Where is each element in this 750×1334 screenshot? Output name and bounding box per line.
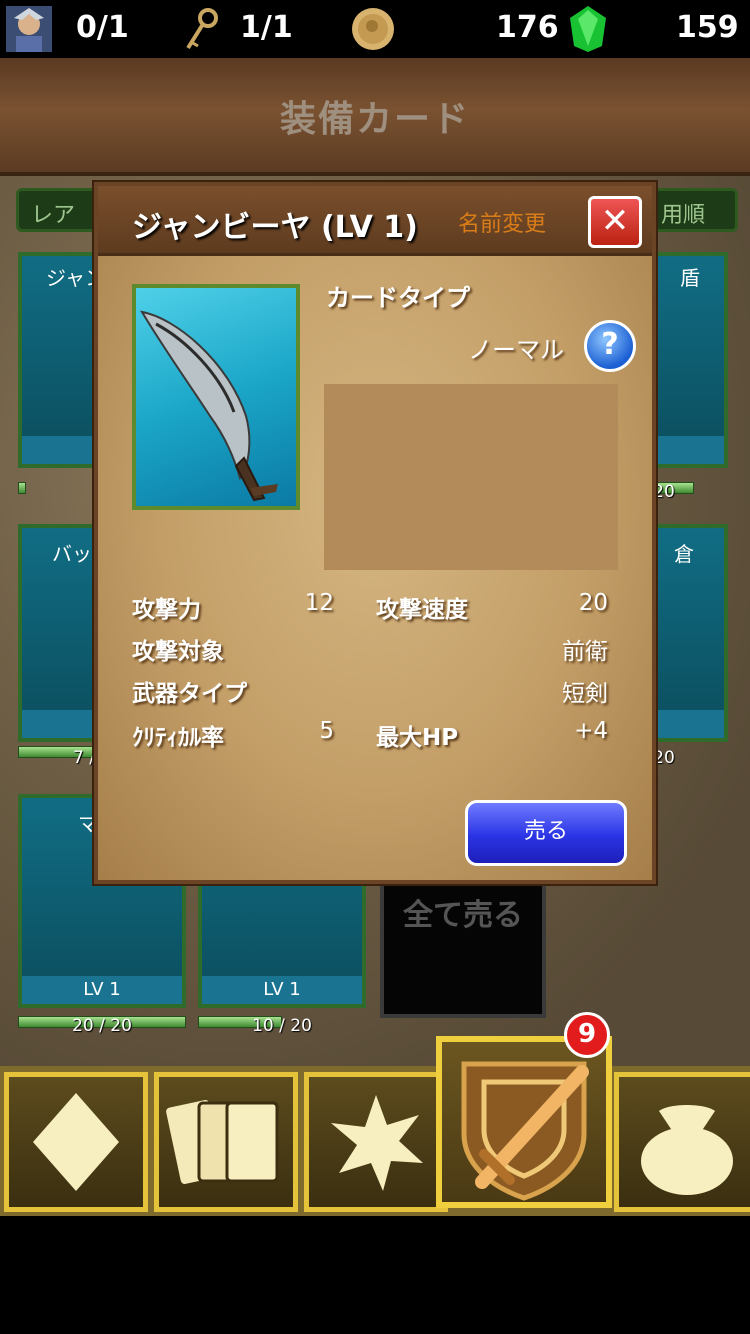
page-title: 装備カード [279,99,470,140]
nav-equipment-active[interactable] [436,1036,612,1208]
sell-label: 売る [523,819,568,844]
card-count: 10 / 20 [252,1016,312,1036]
card-detail-dialog: ジャンビーヤ (LV 1) 名前変更 ✕ カードタイプ ノーマル ? 攻撃力 1… [94,182,656,884]
diamond-icon [33,1093,119,1191]
sell-all-button[interactable]: 全て売る [380,878,546,1018]
nav-cards[interactable] [154,1072,298,1212]
bottom-nav [0,1066,750,1216]
dialog-header: ジャンビーヤ (LV 1) 名前変更 ✕ [98,186,652,256]
stat-value-attack-speed: 20 [578,590,608,616]
card-name: 盾 [680,266,700,290]
bag-icon [641,1105,733,1195]
card-level: LV 1 [22,976,182,1004]
notification-badge: 9 [564,1012,610,1058]
stat-value-weapon-type: 短剣 [562,681,608,707]
badge-count: 9 [577,1019,597,1049]
card-image [132,284,300,510]
key-icon [186,8,218,50]
stat-label-max-hp: 最大HP [376,725,459,751]
card-type-value: ノーマル [468,336,564,364]
stat-label-target: 攻撃対象 [132,639,224,665]
stat-label-critical: ｸﾘﾃｨｶﾙ率 [132,725,224,751]
tab-usage-label: 用順 [661,203,706,228]
help-icon: ? [601,327,619,362]
nav-bag[interactable] [614,1072,750,1212]
coin-icon [352,8,394,50]
burst-icon [331,1095,423,1191]
dagger-icon [140,310,278,502]
stat-label-weapon-type: 武器タイプ [132,681,247,707]
tab-rarity-label: レア [31,203,76,228]
dialog-title: ジャンビーヤ (LV 1) [132,210,418,245]
sword-shield-icon [461,1061,589,1201]
stat-value-attack: 12 [304,590,334,616]
gems-count: 159 [676,10,739,45]
card-level: LV 1 [202,976,362,1004]
money-count: 176 [496,10,559,45]
stamina-count: 0/1 [76,10,129,45]
stat-value-max-hp: +4 [574,718,608,744]
title-bar: 装備カード [0,58,750,176]
close-icon: ✕ [600,201,630,241]
stat-label-attack-speed: 攻撃速度 [376,597,468,623]
gem-icon [570,6,606,52]
card-count: 20 / 20 [72,1016,132,1036]
close-button[interactable]: ✕ [588,196,642,248]
cards-icon [166,1100,279,1184]
tab-usage-order[interactable]: 用順 [646,188,738,232]
keys-count: 1/1 [240,10,293,45]
sell-all-label: 全て売る [403,898,523,933]
avatar[interactable] [6,6,52,52]
card-type-label: カードタイプ [326,284,470,312]
stat-label-attack: 攻撃力 [132,597,201,623]
nav-diamond[interactable] [4,1072,148,1212]
card-name: バッ [52,542,92,566]
rename-button[interactable]: 名前変更 [458,206,546,238]
status-bar: 0/1 1/1 176 159 [0,0,750,58]
description-box [324,384,618,570]
card-name: 倉 [674,542,694,566]
help-button[interactable]: ? [584,320,636,372]
nav-burst[interactable] [304,1072,448,1212]
sell-button[interactable]: 売る [465,800,627,866]
stat-value-critical: 5 [319,718,334,744]
stat-value-target: 前衛 [562,639,608,665]
